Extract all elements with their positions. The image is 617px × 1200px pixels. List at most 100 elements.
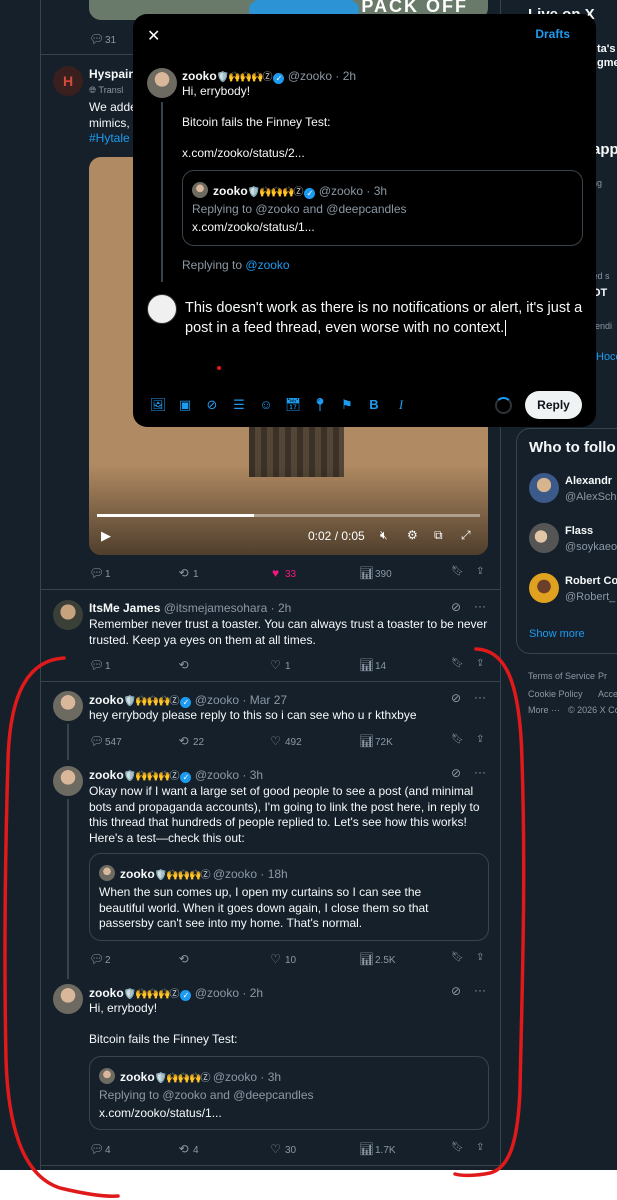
quote-header: zooko🛡️🙌🙌🙌Ⓩ @zooko · 18h [120, 867, 288, 881]
follow-name[interactable]: Flass [565, 525, 593, 537]
like-button[interactable]: ♥ 33 [269, 566, 296, 580]
avatar[interactable] [529, 573, 559, 603]
bookmark-icon[interactable]: 🔖︎ [451, 1142, 464, 1153]
share-icon[interactable]: ⇪ [476, 1142, 484, 1153]
grok-icon[interactable]: ⊘ [451, 984, 461, 998]
bookmark-icon[interactable]: 🔖︎ [451, 566, 464, 577]
italic-icon[interactable]: I [390, 397, 412, 413]
quoted-post: zooko🛡️🙌🙌🙌Ⓩ ✓ @zooko · 3h Replying to @zo… [182, 170, 583, 246]
video-progress-bar[interactable] [97, 514, 480, 517]
close-icon[interactable]: ✕ [147, 26, 160, 46]
reply-compose-textarea[interactable]: This doesn't work as there is no notific… [185, 298, 587, 338]
like-button[interactable]: ♡ 1 [269, 658, 290, 672]
repost-button[interactable]: ⟲ [177, 952, 193, 966]
post-header: zooko🛡️🙌🙌🙌Ⓩ ✓ @zooko · 3h [89, 768, 264, 783]
post-text-line: Hi, errybody! [89, 1001, 158, 1015]
footer-link[interactable]: Cookie Policy [528, 689, 583, 699]
emoji-icon[interactable]: ☺ [255, 397, 277, 412]
drafts-button[interactable]: Drafts [535, 27, 570, 41]
reply-icon: 💬︎ [89, 32, 105, 46]
like-button[interactable]: ♡ 492 [269, 734, 302, 748]
follow-name[interactable]: Alexandr [565, 475, 612, 487]
reply-button[interactable]: 💬︎1 [89, 658, 111, 672]
show-more-link[interactable]: Show more [529, 628, 585, 640]
settings-gear-icon[interactable]: ⚙ [407, 528, 418, 542]
like-button[interactable]: ♡ 30 [269, 1142, 296, 1156]
views-button[interactable]: 📊︎1.7K [359, 1142, 396, 1156]
avatar[interactable] [529, 523, 559, 553]
grok-icon[interactable]: ⊘ [201, 397, 223, 413]
hashtag-link[interactable]: #Hytale [89, 131, 130, 145]
original-post-text: Bitcoin fails the Finney Test: [182, 115, 331, 129]
views-button[interactable]: 📊︎14 [359, 658, 386, 672]
reply-button[interactable]: 💬︎547 [89, 734, 122, 748]
bookmark-icon[interactable]: 🔖︎ [451, 734, 464, 745]
repost-button[interactable]: ⟲ 4 [177, 1142, 198, 1156]
avatar[interactable] [53, 691, 83, 721]
who-to-follow-box: Who to follo Alexandr @AlexSch Flass @so… [516, 428, 617, 654]
pip-icon[interactable]: ⧉ [434, 528, 443, 543]
repost-button[interactable]: ⟲ 22 [177, 734, 204, 748]
like-button[interactable]: ♡ 10 [269, 952, 296, 966]
quoted-post[interactable]: zooko🛡️🙌🙌🙌Ⓩ @zooko · 3h Replying to @zoo… [89, 1056, 489, 1130]
quote-link[interactable]: x.com/zooko/status/1... [99, 1106, 222, 1122]
quote-link: x.com/zooko/status/1... [192, 220, 315, 234]
reply-button[interactable]: 💬︎1 [89, 566, 111, 580]
translate-label[interactable]: 🌐︎ Transl [89, 85, 123, 96]
gif-icon[interactable]: ▣ [174, 397, 196, 413]
more-icon[interactable]: ··· [474, 765, 486, 779]
share-icon[interactable]: ⇪ [476, 952, 484, 963]
share-icon[interactable]: ⇪ [476, 734, 484, 745]
my-avatar [147, 294, 177, 324]
image-icon[interactable]: 🖼︎ [147, 397, 169, 413]
footer-link[interactable]: Pr [598, 671, 607, 681]
flag-icon[interactable]: ⚑ [336, 397, 358, 413]
bookmark-icon[interactable]: 🔖︎ [451, 658, 464, 669]
avatar[interactable] [53, 984, 83, 1014]
avatar[interactable] [529, 473, 559, 503]
play-icon[interactable]: ▶ [101, 528, 111, 544]
grok-icon[interactable]: ⊘ [451, 691, 461, 705]
mute-icon[interactable]: 🔇︎ [380, 528, 388, 543]
footer-more[interactable]: More ··· [528, 705, 560, 715]
thread-connector [67, 799, 69, 979]
share-icon[interactable]: ⇪ [476, 658, 484, 669]
grok-icon[interactable]: ⊘ [451, 766, 461, 780]
reply-button[interactable]: Reply [525, 391, 582, 419]
follow-name[interactable]: Robert Co [565, 575, 617, 587]
schedule-icon[interactable]: 📅︎ [282, 397, 304, 413]
footer-link[interactable]: Terms of Service [528, 671, 595, 681]
avatar[interactable] [53, 766, 83, 796]
quoted-post[interactable]: zooko🛡️🙌🙌🙌Ⓩ @zooko · 18h When the sun co… [89, 853, 489, 941]
repost-button[interactable]: ⟲ [177, 658, 193, 672]
x-timeline-page: PACK OFF 💬︎31 H Hyspain 🌐︎ Transl We add… [0, 0, 617, 1170]
avatar[interactable] [53, 600, 83, 630]
avatar[interactable]: H [53, 66, 83, 96]
reply-button[interactable]: 💬︎4 [89, 1142, 111, 1156]
views-icon: 📊︎ [359, 952, 375, 966]
more-icon[interactable]: ··· [474, 690, 486, 704]
poll-icon[interactable]: ☰ [228, 397, 250, 413]
location-icon[interactable]: 📍︎ [309, 397, 331, 413]
footer-link[interactable]: Acce [598, 689, 617, 699]
bold-icon[interactable]: B [363, 397, 385, 412]
bookmark-icon[interactable]: 🔖︎ [451, 952, 464, 963]
reply-button[interactable]: 💬︎2 [89, 952, 111, 966]
fullscreen-icon[interactable]: ⤢ [461, 528, 471, 543]
views-button[interactable]: 📊︎72K [359, 734, 393, 748]
live-item-text[interactable]: gme [597, 57, 617, 69]
grok-icon[interactable]: ⊘ [451, 600, 461, 614]
repost-button[interactable]: ⟲ 1 [177, 566, 198, 580]
more-icon[interactable]: ··· [474, 983, 486, 997]
trend-link[interactable]: Hoce [596, 351, 617, 363]
live-item-text[interactable]: ta's [597, 43, 616, 55]
views-icon: 📊︎ [359, 566, 375, 580]
post-actions: 💬︎1 ⟲ ♡ 1 📊︎14 🔖︎ ⇪ [89, 658, 489, 674]
share-icon[interactable]: ⇪ [476, 566, 484, 577]
divider [41, 1165, 501, 1166]
reply-button[interactable]: 💬︎31 [89, 32, 116, 46]
repost-icon: ⟲ [178, 734, 189, 748]
views-button[interactable]: 📊︎390 [359, 566, 392, 580]
views-button[interactable]: 📊︎2.5K [359, 952, 396, 966]
more-icon[interactable]: ··· [474, 599, 486, 613]
